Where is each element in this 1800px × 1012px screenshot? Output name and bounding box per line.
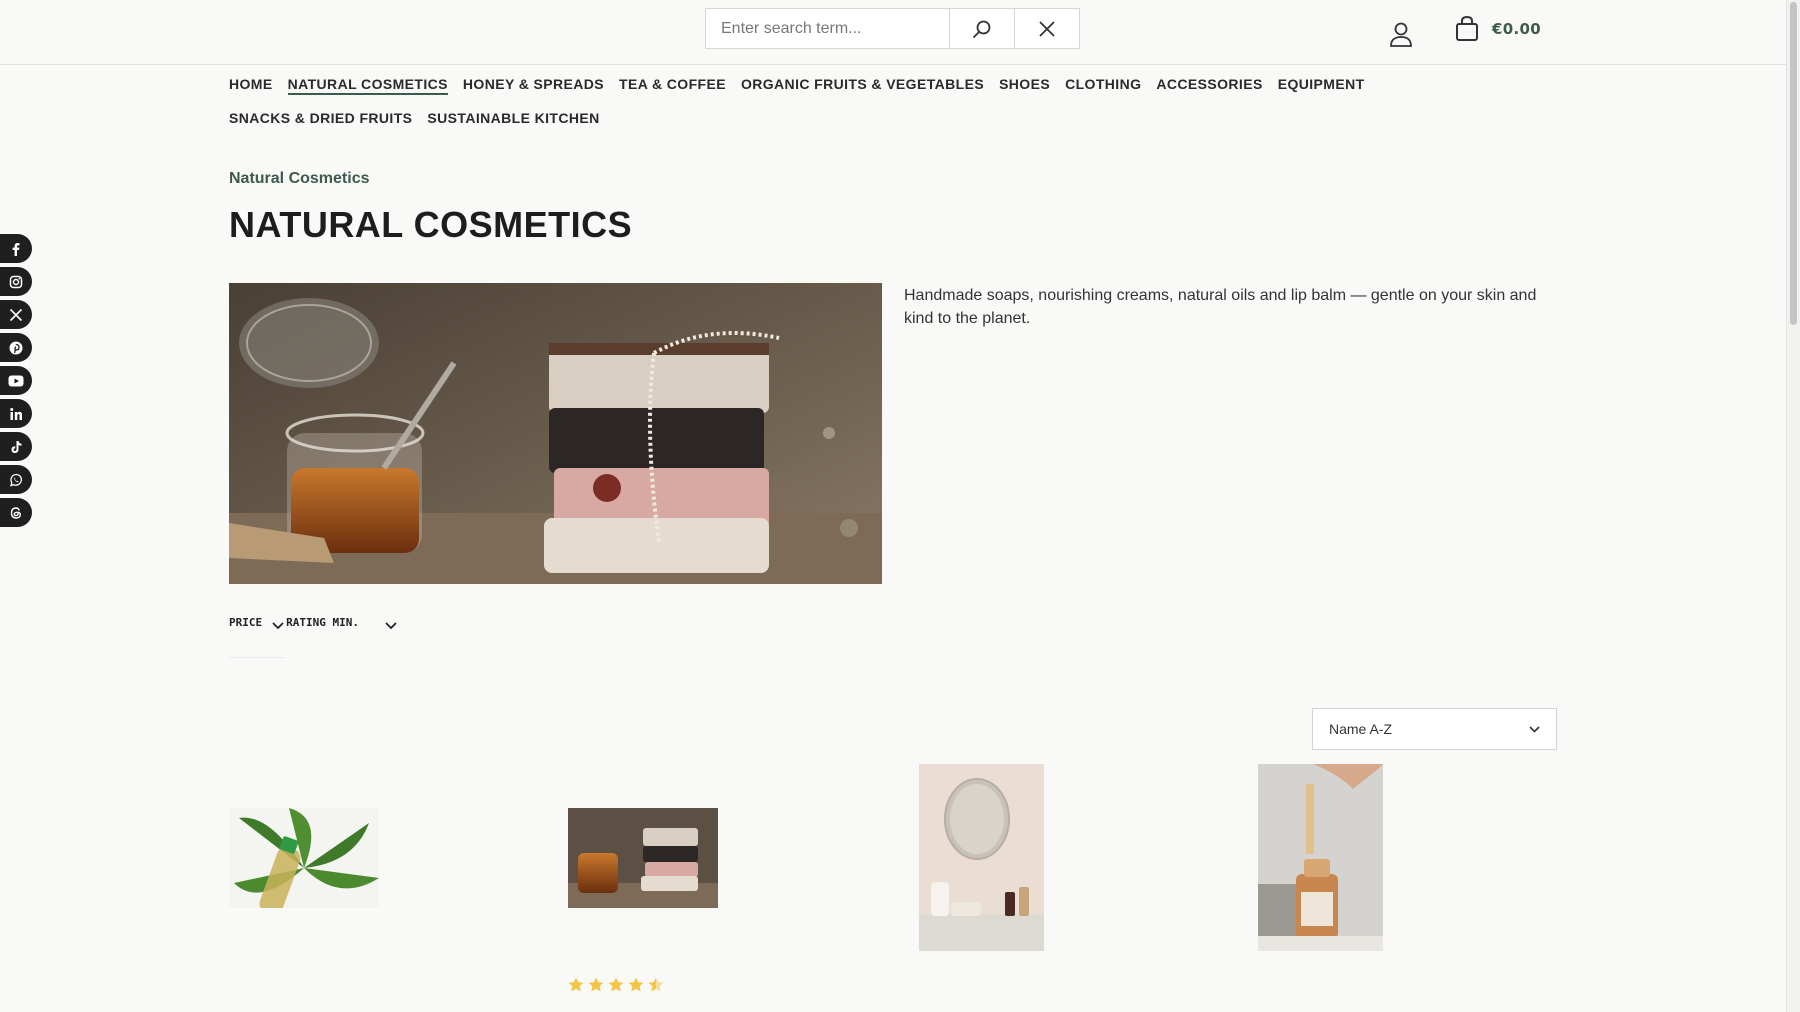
product-image-leaf-bottle[interactable] <box>229 808 379 908</box>
social-links <box>0 234 32 527</box>
shopping-bag-icon <box>1456 16 1478 41</box>
nav-item-organic-fruits-vegetables[interactable]: ORGANIC FRUITS & VEGETABLES <box>741 72 984 106</box>
tiktok-icon[interactable] <box>0 432 32 461</box>
search-form <box>705 8 1080 49</box>
price-filter-label: PRICE <box>229 615 263 629</box>
nav-item-equipment[interactable]: EQUIPMENT <box>1278 72 1365 106</box>
filter-divider <box>229 657 285 658</box>
nav-item-natural-cosmetics[interactable]: NATURAL COSMETICS <box>287 72 448 106</box>
chevron-down-icon <box>1529 725 1540 733</box>
nav-item-home[interactable]: HOME <box>229 72 273 106</box>
page-title: NATURAL COSMETICS <box>229 204 633 245</box>
nav-item-label: SNACKS & DRIED FRUITS <box>229 110 413 126</box>
scrollbar-thumb[interactable] <box>1790 2 1797 325</box>
star-icon <box>568 977 584 992</box>
linkedin-icon[interactable] <box>0 399 32 428</box>
nav-item-label: CLOTHING <box>1065 76 1142 92</box>
nav-item-snacks-dried-fruits[interactable]: SNACKS & DRIED FRUITS <box>229 106 412 140</box>
search-button[interactable] <box>949 9 1014 48</box>
nav-item-label: EQUIPMENT <box>1277 76 1365 92</box>
star-half-icon <box>648 977 664 992</box>
nav-item-shoes[interactable]: SHOES <box>999 72 1050 106</box>
threads-icon[interactable] <box>0 498 32 527</box>
nav-item-tea-coffee[interactable]: TEA & COFFEE <box>619 72 726 106</box>
user-icon <box>1390 22 1412 47</box>
nav-item-label: HONEY & SPREADS <box>462 76 604 92</box>
price-filter[interactable]: PRICE <box>229 614 284 630</box>
close-icon <box>1039 20 1055 37</box>
sort-selected-label: Name A-Z <box>1329 721 1393 737</box>
search-icon <box>973 20 991 38</box>
instagram-icon[interactable] <box>0 267 32 296</box>
star-icon <box>608 977 624 992</box>
nav-item-label: TEA & COFFEE <box>619 76 726 92</box>
facebook-icon[interactable] <box>0 234 32 263</box>
page-scrollbar[interactable] <box>1786 0 1800 1012</box>
sort-select[interactable]: Name A-Z <box>1312 708 1557 750</box>
star-icon <box>588 977 604 992</box>
category-description: Handmade soaps, nourishing creams, natur… <box>904 287 1537 327</box>
star-icon <box>628 977 644 992</box>
product-image-mirror-bathroom[interactable] <box>919 764 1044 951</box>
nav-item-label: SHOES <box>999 76 1051 92</box>
rating-filter-label: RATING MIN. <box>286 615 359 629</box>
x-icon[interactable] <box>0 300 32 329</box>
cart-total: €0.00 <box>1492 20 1541 38</box>
nav-item-label: SUSTAINABLE KITCHEN <box>427 110 600 126</box>
nav-item-label: ACCESSORIES <box>1156 76 1263 92</box>
account-button[interactable] <box>1388 20 1414 48</box>
nav-item-sustainable-kitchen[interactable]: SUSTAINABLE KITCHEN <box>427 106 599 140</box>
nav-item-honey-spreads[interactable]: HONEY & SPREADS <box>463 72 604 106</box>
whatsapp-icon[interactable] <box>0 465 32 494</box>
product-image-soap-stack[interactable] <box>568 808 718 908</box>
pinterest-icon[interactable] <box>0 333 32 362</box>
clear-search-button[interactable] <box>1014 9 1079 48</box>
main-navigation: HOME NATURAL COSMETICS HONEY & SPREADS T… <box>229 72 1559 140</box>
product-image-serum-dropper[interactable] <box>1258 764 1383 951</box>
breadcrumb[interactable]: Natural Cosmetics <box>229 170 370 188</box>
category-hero-image <box>229 283 882 584</box>
chevron-down-icon <box>272 622 284 630</box>
youtube-icon[interactable] <box>0 366 32 395</box>
header-bar: €0.00 <box>0 0 1786 65</box>
nav-item-accessories[interactable]: ACCESSORIES <box>1156 72 1262 106</box>
cart-button[interactable]: €0.00 <box>1455 14 1541 44</box>
product-rating <box>568 977 664 992</box>
chevron-down-icon <box>385 622 397 630</box>
search-input[interactable] <box>706 9 949 48</box>
nav-item-label: NATURAL COSMETICS <box>287 76 448 95</box>
nav-item-label: HOME <box>229 76 273 92</box>
nav-item-label: ORGANIC FRUITS & VEGETABLES <box>740 76 985 92</box>
rating-filter[interactable]: RATING MIN. <box>286 614 397 630</box>
nav-item-clothing[interactable]: CLOTHING <box>1065 72 1141 106</box>
filter-bar: PRICE RATING MIN. <box>229 614 397 630</box>
